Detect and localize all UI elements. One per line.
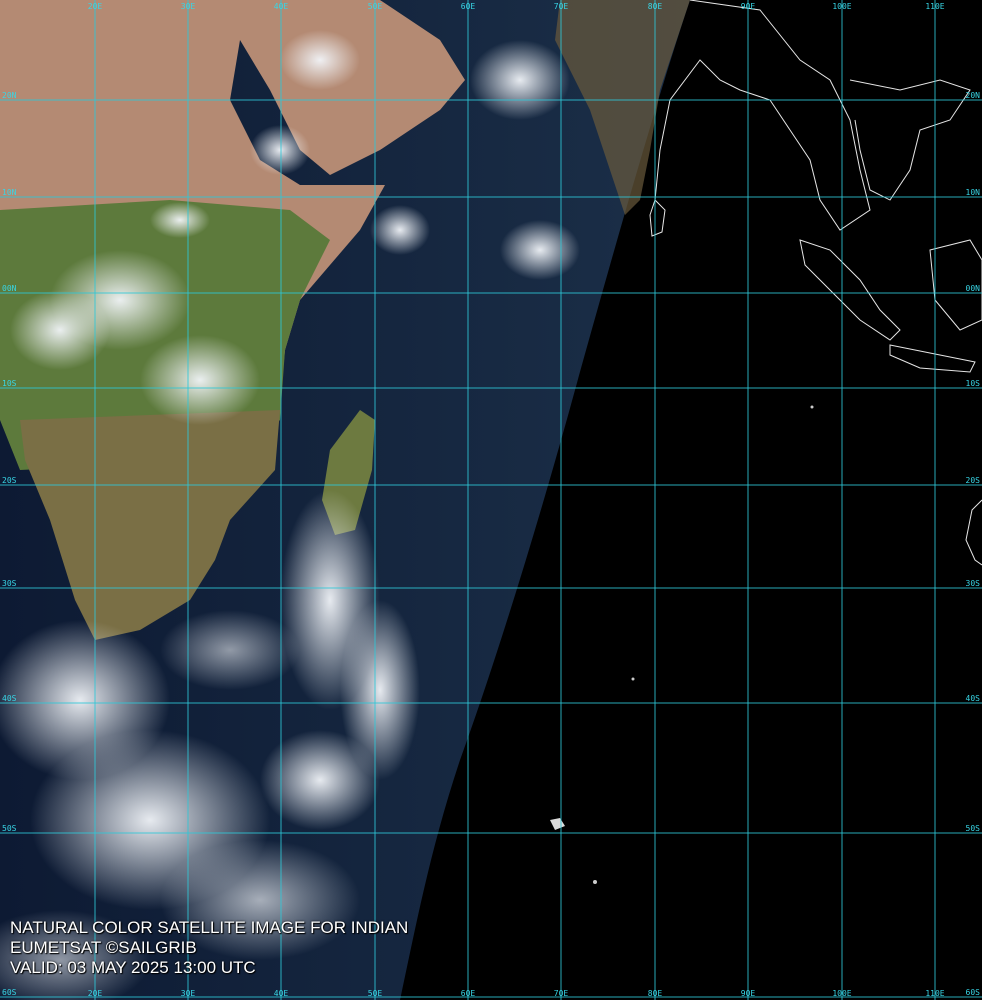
latitude-label-left: 40S	[2, 694, 17, 703]
longitude-label-top: 30E	[181, 2, 196, 11]
latitude-label-right: 00N	[966, 284, 981, 293]
caption-valid-time: VALID: 03 MAY 2025 13:00 UTC	[10, 958, 256, 977]
satellite-map: 20E 20E 30E 30E 40E 40E 50E 50E 60E 60E 70E 70E 80E 8…	[0, 0, 982, 1000]
latitude-label-right: 30S	[966, 579, 981, 588]
latitude-label-left: 10N	[2, 188, 17, 197]
longitude-label-top: 100E	[832, 2, 851, 11]
latitude-label-right: 60S	[966, 988, 981, 997]
caption-title: NATURAL COLOR SATELLITE IMAGE FOR INDIAN	[10, 918, 409, 937]
latitude-label-left: 30S	[2, 579, 17, 588]
longitude-label-top: 50E	[368, 2, 383, 11]
longitude-label-top: 110E	[925, 2, 944, 11]
latitude-label-left: 20S	[2, 476, 17, 485]
longitude-label-top: 40E	[274, 2, 289, 11]
latitude-label-left: 00N	[2, 284, 17, 293]
longitude-label-top: 80E	[648, 2, 663, 11]
latitude-label-left: 60S	[2, 988, 17, 997]
latitude-label-left: 20N	[2, 91, 17, 100]
latitude-label-right: 40S	[966, 694, 981, 703]
caption-source: EUMETSAT ©SAILGRIB	[10, 938, 197, 957]
longitude-label-top: 60E	[461, 2, 476, 11]
latitude-label-right: 20N	[966, 91, 981, 100]
latitude-label-right: 10S	[966, 379, 981, 388]
latitude-label-left: 10S	[2, 379, 17, 388]
map-caption: NATURAL COLOR SATELLITE IMAGE FOR INDIAN…	[10, 918, 408, 978]
latitude-label-left: 50S	[2, 824, 17, 833]
map-canvas: 20E20E30E30E40E40E50E50E60E60E70E70E80E8…	[0, 0, 982, 1000]
longitude-label-top: 20E	[88, 2, 103, 11]
latitude-label-right: 10N	[966, 188, 981, 197]
latitude-label-right: 20S	[966, 476, 981, 485]
longitude-label-top: 70E	[554, 2, 569, 11]
latitude-label-right: 50S	[966, 824, 981, 833]
longitude-label-top: 90E	[741, 2, 756, 11]
